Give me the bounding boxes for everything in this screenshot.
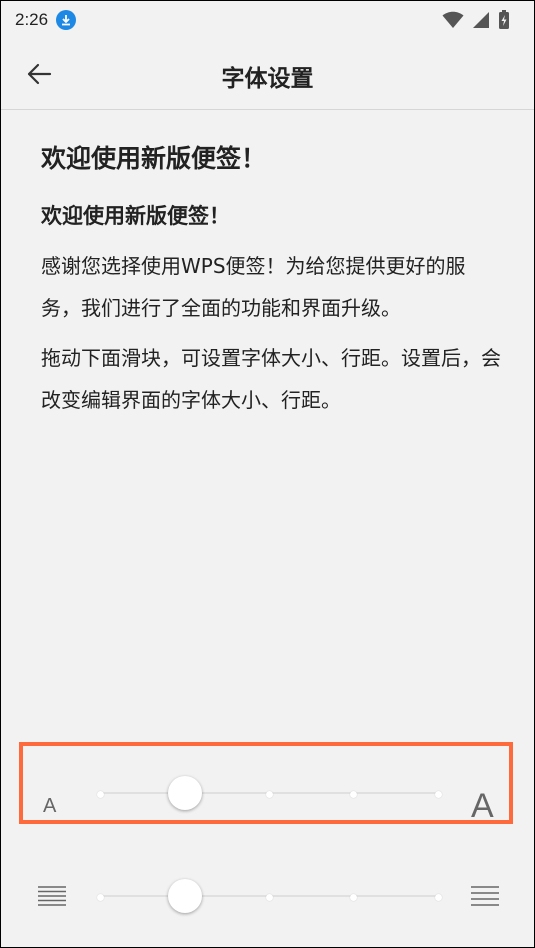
status-time: 2:26 [15,10,49,29]
line-spacing-tick-5[interactable] [434,893,442,901]
app-header: 字体设置 [1,39,534,110]
font-size-tick-5[interactable] [434,790,442,798]
wifi-icon [442,11,464,28]
battery-icon [499,10,509,29]
preview-heading-1: 欢迎使用新版便签！ [41,144,267,173]
font-size-tick-3[interactable] [265,790,273,798]
preview-paragraph-1: 感谢您选择使用WPS便签！为给您提供更好的服务，我们进行了全面的功能和界面升级。 [41,254,466,320]
font-size-tick-1[interactable] [96,790,104,798]
font-size-thumb[interactable] [167,776,202,810]
line-spacing-tick-4[interactable] [350,893,357,901]
line-spacing-tight-icon [38,886,66,906]
line-spacing-tick-3[interactable] [265,893,273,901]
preview-content: 欢迎使用新版便签！ 欢迎使用新版便签！ 感谢您选择使用WPS便签！为给您提供更好… [41,141,501,429]
download-icon [56,10,77,30]
page-title: 字体设置 [221,66,314,92]
cell-signal-icon [473,12,489,28]
status-bar: 2:26 [1,1,534,39]
status-icons [442,10,510,30]
line-spacing-loose-icon [471,886,499,906]
preview-heading-2: 欢迎使用新版便签！ [41,204,230,228]
preview-paragraph-2: 拖动下面滑块，可设置字体大小、行距。设置后，会改变编辑界面的字体大小、行距。 [41,346,501,412]
font-size-tick-4[interactable] [350,790,357,798]
font-size-small-label: A [43,795,57,817]
font-size-large-label: A [471,787,494,825]
line-spacing-tick-1[interactable] [96,893,104,901]
line-spacing-slider[interactable] [1,865,534,925]
font-size-slider[interactable]: A A [1,761,534,825]
line-spacing-thumb[interactable] [167,879,202,913]
